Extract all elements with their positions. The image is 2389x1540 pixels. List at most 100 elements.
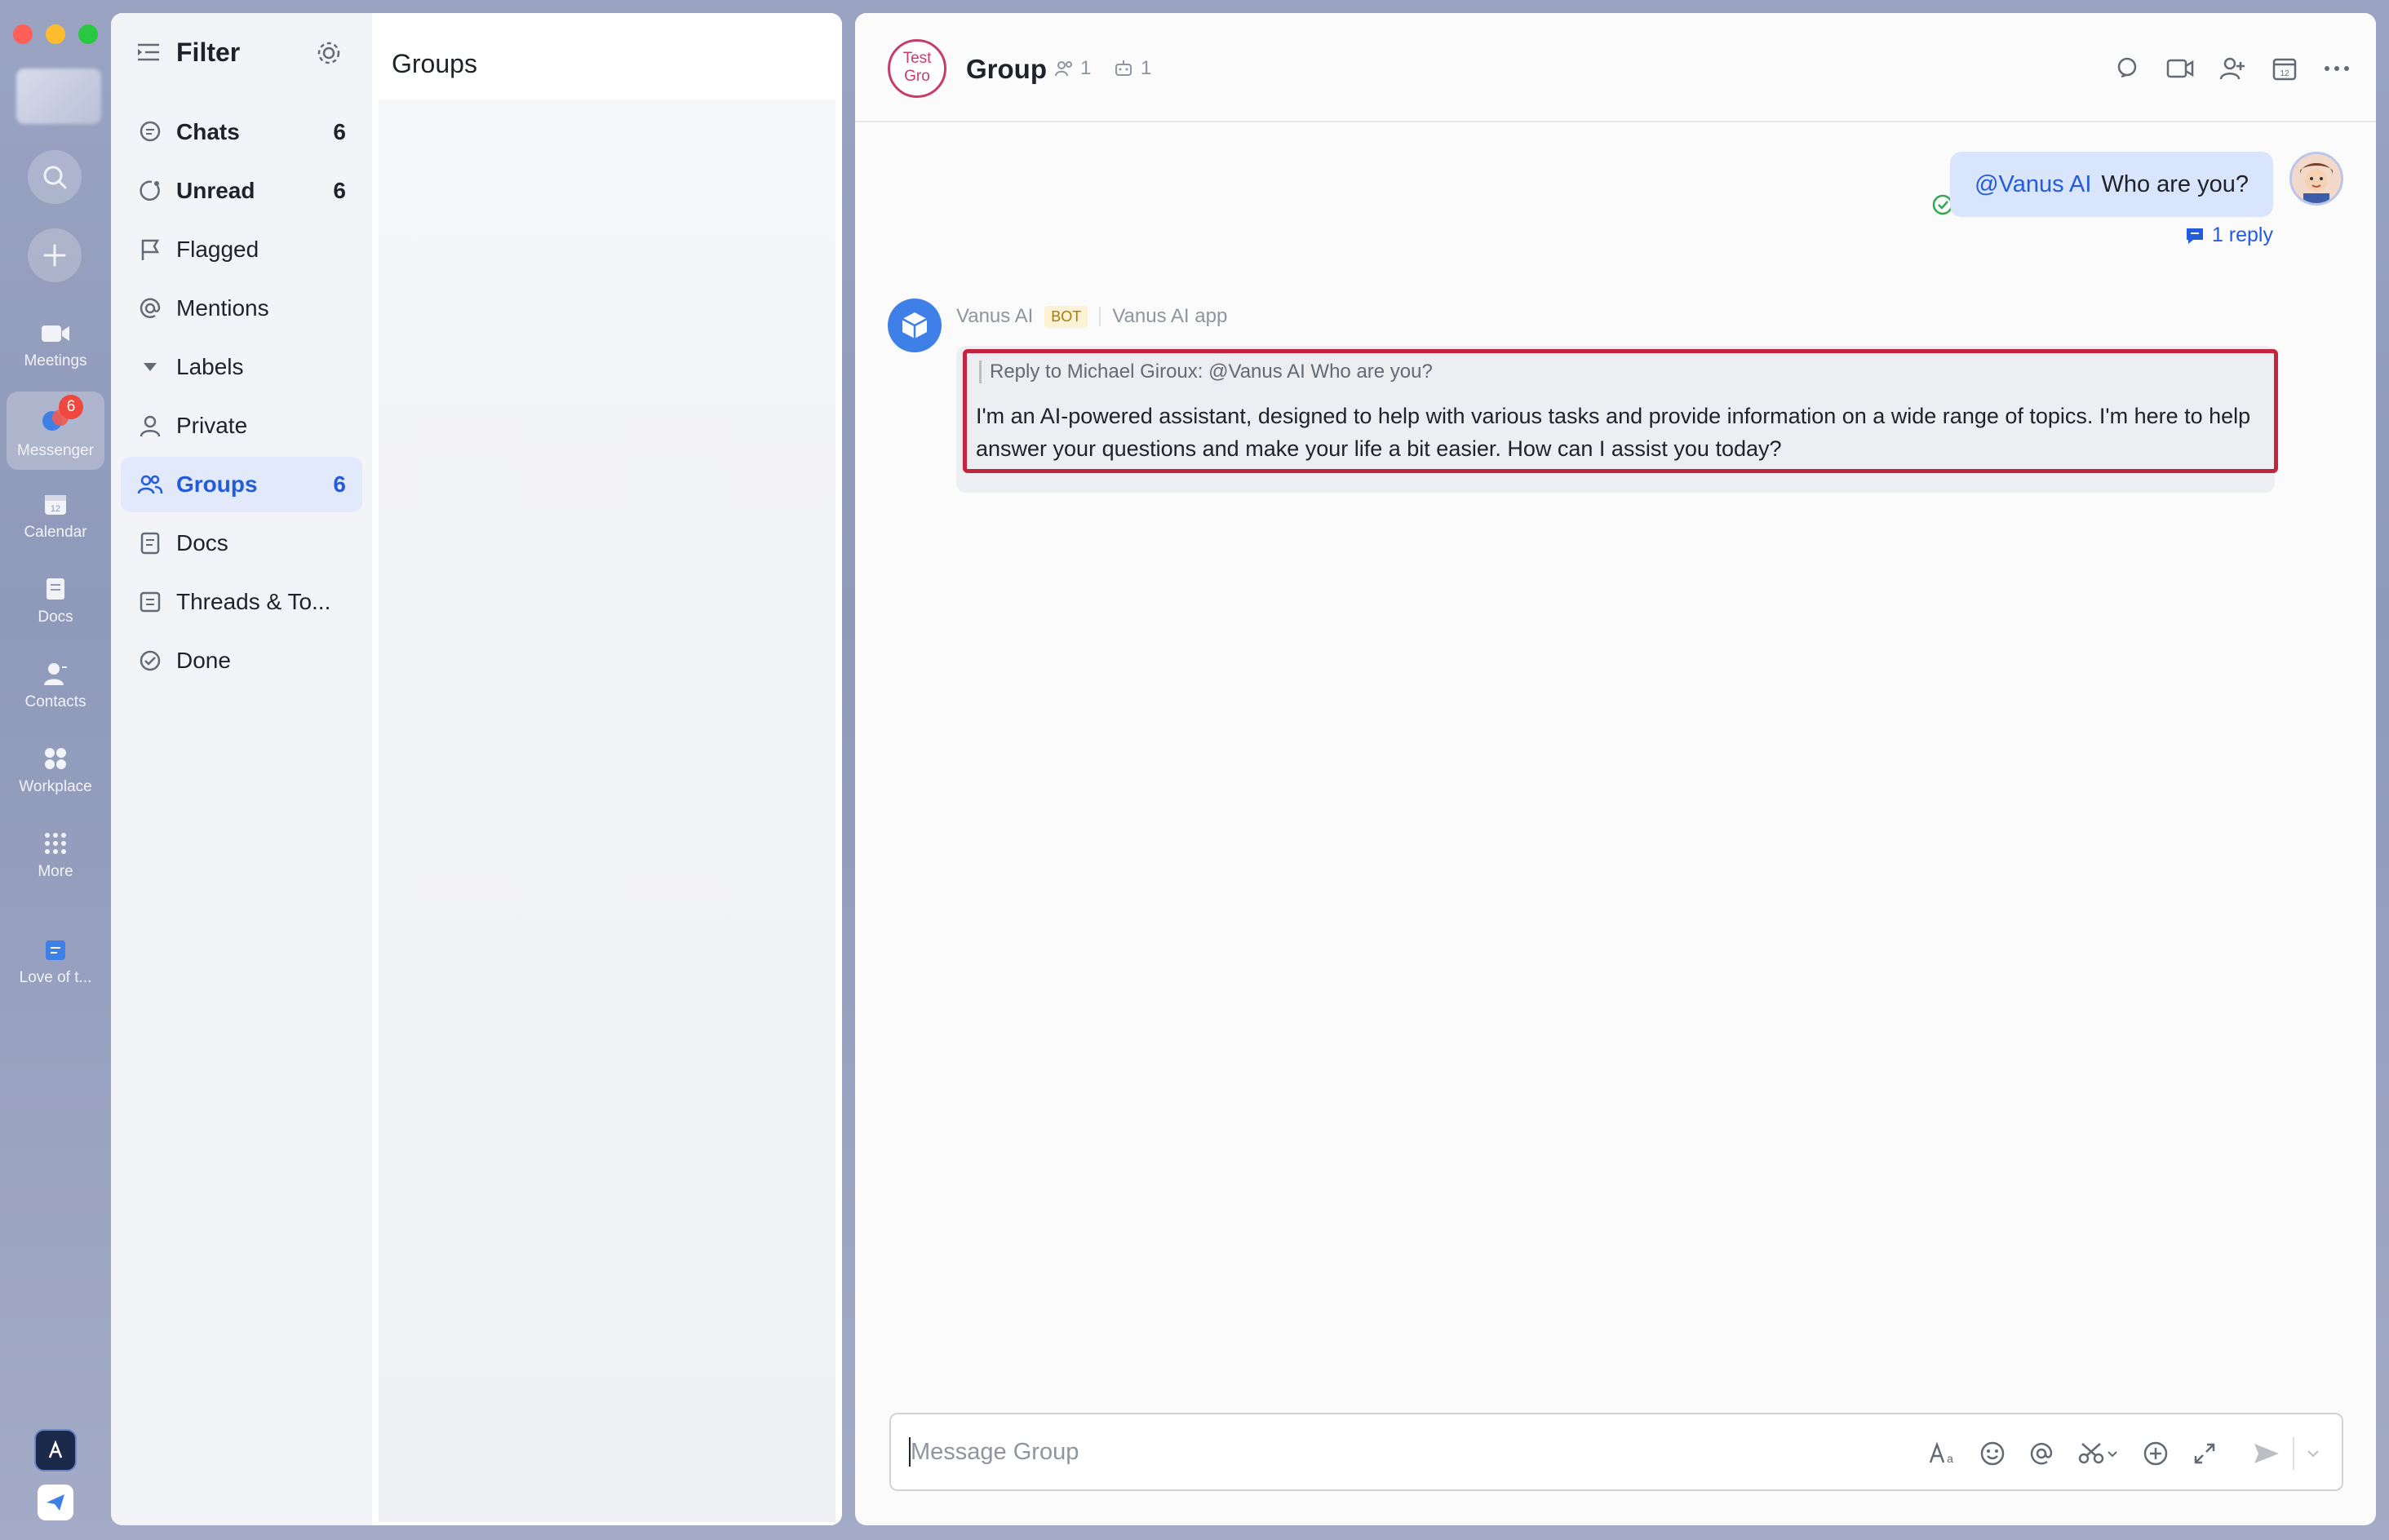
bot-sender-name[interactable]: Vanus AI <box>956 305 1033 328</box>
filter-item-chats[interactable]: Chats 6 <box>121 104 362 160</box>
my-message-bubble[interactable]: @Vanus AI Who are you? <box>1950 152 2273 217</box>
bot-count-value: 1 <box>1141 57 1152 79</box>
filter-item-count: 6 <box>333 178 346 203</box>
rail-item-docs[interactable]: Docs <box>0 576 111 626</box>
meta-divider <box>1099 307 1101 326</box>
rail-item-pinned-doc[interactable]: Love of t... <box>0 938 111 987</box>
rail-label: Love of t... <box>19 969 92 986</box>
group-icon <box>137 471 163 498</box>
filter-item-label: Done <box>176 648 231 673</box>
filter-item-label: Mentions <box>176 295 269 321</box>
group-avatar-text: Test <box>902 50 932 67</box>
rail-item-messenger[interactable]: 6 Messenger <box>7 392 104 470</box>
person-icon <box>137 413 163 439</box>
cartoon-avatar-icon <box>2292 154 2341 203</box>
rail-item-workplace[interactable]: Workplace <box>0 746 111 796</box>
filter-item-groups[interactable]: Groups 6 <box>121 457 362 512</box>
message-mention[interactable]: @Vanus AI <box>1975 171 2091 198</box>
filter-item-unread[interactable]: Unread 6 <box>121 163 362 219</box>
members-icon <box>1055 61 1072 77</box>
chat-header: Test Gro Group 1 1 12 <box>855 13 2376 122</box>
filter-item-flagged[interactable]: Flagged <box>121 222 362 277</box>
calendar-button[interactable]: 12 <box>2268 52 2301 85</box>
bot-count[interactable]: 1 <box>1113 57 1151 80</box>
filter-item-count: 6 <box>333 119 346 144</box>
rail-item-calendar[interactable]: 12 Calendar <box>0 491 111 542</box>
reply-count-text: 1 reply <box>2211 223 2273 246</box>
send-options-button[interactable] <box>2301 1437 2325 1470</box>
bot-badge: BOT <box>1044 305 1088 328</box>
my-message-text: Who are you? <box>2101 170 2249 197</box>
add-attachment-button[interactable] <box>2139 1437 2172 1470</box>
rail-label: Docs <box>38 608 73 626</box>
at-sign-icon <box>2030 1442 2053 1465</box>
caret-down-icon <box>137 354 163 380</box>
rail-item-more[interactable]: More <box>0 830 111 881</box>
video-call-icon <box>2166 59 2194 78</box>
group-name[interactable]: Group <box>966 54 1047 85</box>
messenger-badge: 6 <box>59 395 83 419</box>
reply-quote[interactable]: Reply to Michael Giroux: @Vanus AI Who a… <box>979 361 1433 383</box>
app-shortcut-button[interactable] <box>34 1429 77 1471</box>
filter-item-label: Groups <box>176 471 258 497</box>
filter-item-threads[interactable]: Threads & To... <box>121 574 362 630</box>
plus-circle-icon <box>2143 1441 2168 1466</box>
flag-icon <box>137 237 163 263</box>
search-button[interactable] <box>28 150 82 204</box>
filter-item-label: Docs <box>176 530 228 555</box>
chat-panel: Test Gro Group 1 1 12 @Vanus AI Who are … <box>855 13 2376 1525</box>
reply-thread-icon <box>2186 228 2203 244</box>
more-options-button[interactable] <box>2320 52 2353 85</box>
groups-list-blurred[interactable] <box>379 100 835 1522</box>
rail-item-meetings[interactable]: Meetings <box>0 321 111 370</box>
reply-count-link[interactable]: 1 reply <box>2184 223 2273 247</box>
chevron-down-icon <box>2307 1450 2319 1458</box>
svg-text:a: a <box>1947 1452 1953 1465</box>
emoji-button[interactable] <box>1976 1437 2009 1470</box>
svg-text:12: 12 <box>2280 69 2289 78</box>
member-count[interactable]: 1 <box>1054 57 1091 80</box>
collapse-menu-icon[interactable] <box>135 41 162 64</box>
filter-item-label: Threads & To... <box>176 589 331 614</box>
video-call-button[interactable] <box>2164 52 2196 85</box>
filter-header: Filter <box>135 36 240 69</box>
check-circle-icon <box>137 648 163 674</box>
search-chat-button[interactable] <box>2112 52 2144 85</box>
member-count-value: 1 <box>1080 57 1092 79</box>
format-button[interactable]: a <box>1927 1437 1960 1470</box>
profile-avatar[interactable] <box>16 69 101 124</box>
filter-item-mentions[interactable]: Mentions <box>121 281 362 336</box>
rail-label: Messenger <box>17 442 94 459</box>
rail-item-contacts[interactable]: Contacts <box>0 661 111 711</box>
expand-editor-button[interactable] <box>2188 1437 2221 1470</box>
send-button[interactable] <box>2250 1437 2283 1470</box>
paper-plane-icon <box>47 1494 64 1511</box>
rail-label: Meetings <box>24 352 87 370</box>
calendar-icon: 12 <box>45 495 66 515</box>
bot-app-name[interactable]: Vanus AI app <box>1112 305 1227 328</box>
bot-avatar[interactable] <box>888 299 942 352</box>
gear-icon[interactable] <box>315 39 343 67</box>
unread-icon <box>137 178 163 204</box>
filter-item-count: 6 <box>333 471 346 497</box>
message-input-placeholder: Message Group <box>911 1439 1079 1465</box>
filter-item-done[interactable]: Done <box>121 633 362 688</box>
group-avatar[interactable]: Test Gro <box>888 39 946 98</box>
message-composer[interactable]: Message Group a <box>889 1413 2343 1491</box>
filter-item-docs[interactable]: Docs <box>121 516 362 571</box>
filter-item-labels[interactable]: Labels <box>121 339 362 395</box>
chat-bubble-icon <box>137 119 163 145</box>
feedback-shortcut-button[interactable] <box>38 1485 73 1520</box>
docs-icon <box>47 578 64 600</box>
send-icon <box>2254 1444 2279 1463</box>
screenshot-button[interactable] <box>2076 1437 2121 1470</box>
mention-button[interactable] <box>2025 1437 2058 1470</box>
add-member-button[interactable] <box>2216 52 2249 85</box>
add-button[interactable] <box>28 228 82 282</box>
my-avatar[interactable] <box>2289 152 2343 206</box>
filter-item-private[interactable]: Private <box>121 398 362 454</box>
search-icon <box>43 166 67 189</box>
rail-label: More <box>38 863 73 880</box>
groups-list-panel: Groups <box>372 13 842 1525</box>
doc-icon <box>137 530 163 556</box>
